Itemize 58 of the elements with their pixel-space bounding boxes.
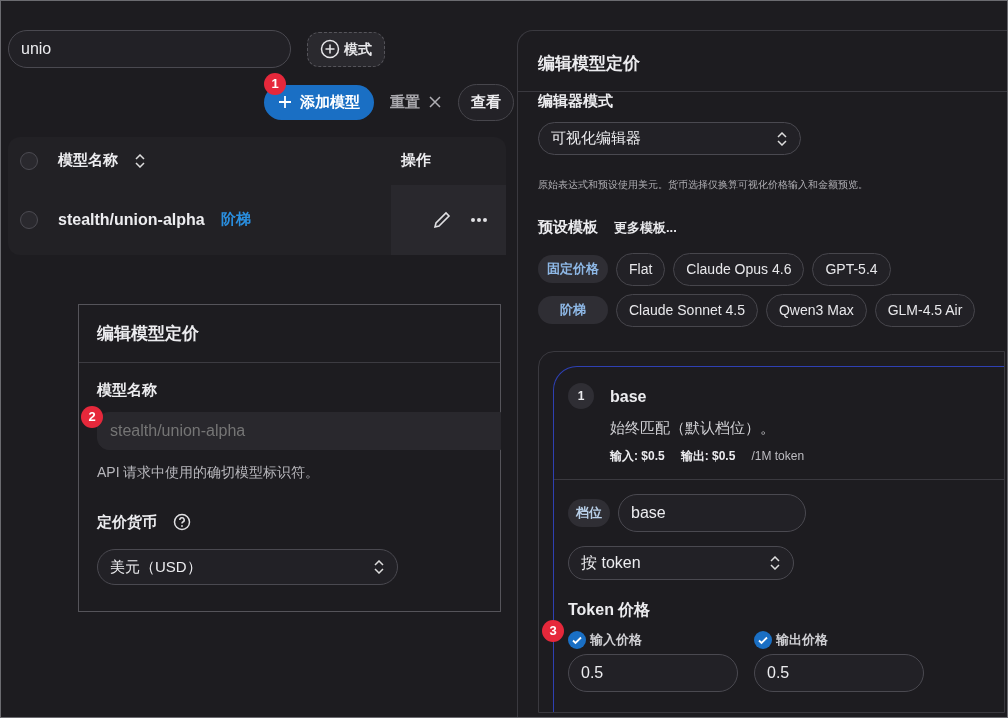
note-text: 原始表达式和预设使用美元。货币选择仅换算可视化价格输入和金额预览。 [538, 178, 869, 192]
preset-chip[interactable]: Claude Sonnet 4.5 [616, 293, 758, 327]
section-label: 预设模板 [538, 217, 598, 237]
unit-text: /1M token [751, 448, 805, 465]
preset-chip[interactable]: Flat [616, 252, 666, 286]
preset-chip[interactable]: Claude Opus 4.6 [673, 252, 805, 286]
select-all-checkbox[interactable] [20, 151, 38, 170]
preset-chip[interactable]: GLM-4.5 Air [874, 293, 976, 327]
price-field[interactable]: 0.5 [568, 653, 738, 692]
row-checkbox[interactable] [20, 210, 38, 229]
help-text: API 请求中使用的确切模型标识符。 [97, 462, 321, 482]
tier-label: 档位 [568, 499, 610, 527]
annotation-badge: 3 [542, 620, 564, 642]
plus-icon [278, 95, 292, 110]
column-header: 模型名称 [58, 150, 118, 171]
field-label: 定价货币 [97, 511, 157, 532]
field-label: 模型名称 [97, 380, 158, 400]
model-name-field[interactable]: stealth/union-alpha [97, 411, 501, 450]
checkbox[interactable] [568, 630, 586, 649]
tier-number: 1 [568, 382, 594, 409]
more-templates-link[interactable]: 更多模板... [614, 217, 677, 237]
input-price-summary: 输入: $0.5 [610, 448, 665, 465]
close-icon [428, 95, 442, 110]
panel-title: 编辑模型定价 [518, 31, 1007, 92]
annotation-badge: 2 [81, 405, 103, 428]
editor-mode-select[interactable]: 可视化编辑器 [538, 122, 801, 155]
output-price-summary: 输出: $0.5 [680, 448, 736, 465]
currency-select[interactable]: 美元（USD） [97, 549, 398, 585]
group-label: 阶梯 [538, 296, 608, 324]
preset-chip[interactable]: Qwen3 Max [766, 293, 867, 327]
chevron-icon [769, 556, 781, 570]
more-icon[interactable] [470, 216, 488, 223]
dialog-title: 编辑模型定价 [79, 304, 500, 363]
tier-tag: 阶梯 [220, 208, 251, 231]
tier-name-field[interactable]: base [618, 494, 806, 532]
search-field[interactable]: unio [8, 30, 291, 68]
price-field[interactable]: 0.5 [754, 653, 924, 692]
plus-circle-icon [320, 39, 340, 59]
help-icon[interactable] [173, 512, 191, 531]
annotation-badge: 1 [264, 73, 286, 95]
view-button[interactable]: 查看 [458, 84, 514, 121]
model-name: stealth/union-alpha [58, 209, 205, 230]
mode-button[interactable]: 模式 [307, 31, 385, 67]
group-label: 固定价格 [538, 255, 608, 283]
checkbox-label: 输入价格 [590, 631, 642, 649]
column-header: 操作 [401, 150, 431, 171]
checkbox[interactable] [754, 630, 772, 649]
preset-chip[interactable]: GPT-5.4 [812, 252, 891, 286]
section-label: Token 价格 [568, 600, 651, 620]
chevron-icon [776, 131, 788, 146]
edit-icon[interactable] [432, 209, 452, 230]
field-label: 编辑器模式 [538, 90, 614, 111]
billing-select[interactable]: 按 token [568, 546, 794, 580]
reset-button[interactable]: 重置 [390, 91, 442, 114]
tier-name: base [610, 386, 648, 407]
checkbox-label: 输出价格 [776, 631, 828, 649]
tier-description: 始终匹配（默认档位）。 [610, 417, 776, 438]
chevron-icon [373, 560, 385, 574]
